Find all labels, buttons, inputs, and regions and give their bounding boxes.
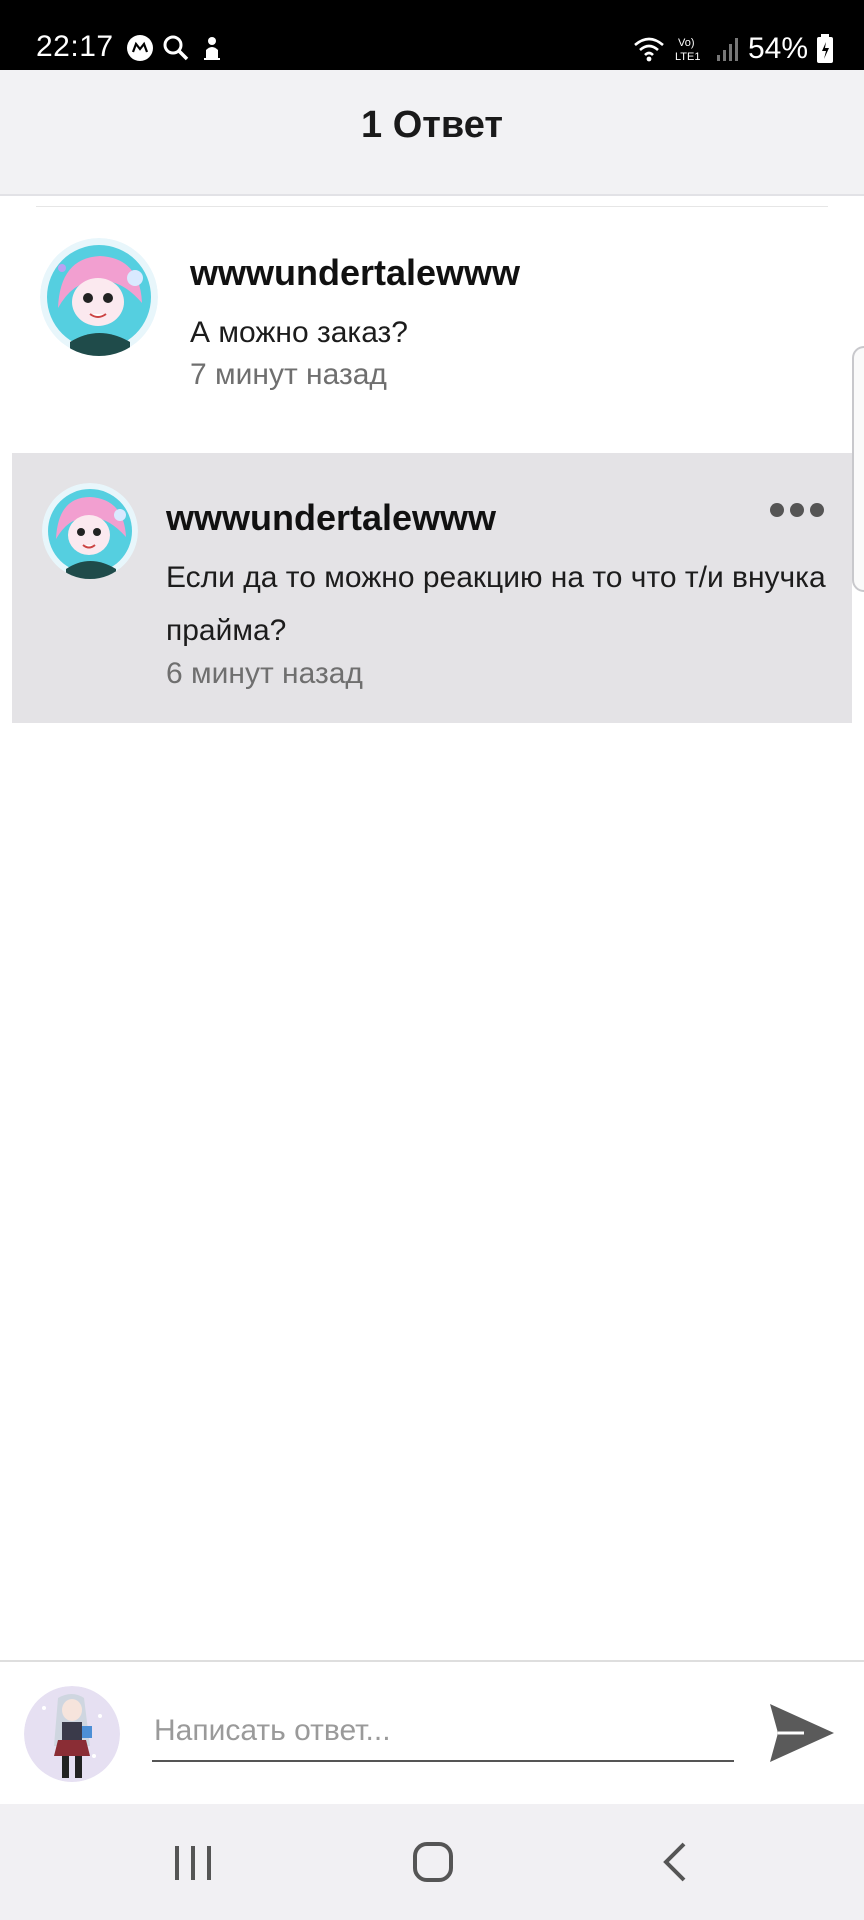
upload-icon <box>204 37 220 60</box>
divider <box>36 206 828 207</box>
header: 1 Ответ <box>0 70 864 196</box>
wifi-icon <box>634 37 664 62</box>
comment-item[interactable]: wwwundertalewww А можно заказ? 7 минут н… <box>0 208 864 448</box>
system-nav-bar <box>0 1804 864 1920</box>
volte-lte-icon: Vo) LTE1 <box>675 37 700 63</box>
status-notification-icons <box>126 34 226 62</box>
more-dot <box>810 503 824 517</box>
battery-percent: 54% <box>747 32 808 65</box>
recents-icon <box>175 1846 211 1880</box>
more-dot <box>770 503 784 517</box>
avatar-image <box>24 1686 120 1782</box>
more-dot <box>790 503 804 517</box>
back-icon <box>663 1842 686 1882</box>
back-button[interactable] <box>646 1834 706 1890</box>
search-icon <box>163 35 189 61</box>
comment-username[interactable]: wwwundertalewww <box>166 497 496 539</box>
comment-text: Если да то можно реакцию на то что т/и в… <box>166 561 826 647</box>
more-options-button[interactable] <box>770 503 824 517</box>
avatar-image <box>40 238 158 356</box>
recents-button[interactable] <box>163 1834 223 1890</box>
page-title: 1 Ответ <box>361 104 503 146</box>
battery-icon <box>817 34 833 63</box>
reply-input[interactable] <box>152 1702 734 1762</box>
avatar[interactable] <box>40 238 158 356</box>
svg-text:Vo): Vo) <box>678 37 695 49</box>
send-icon <box>770 1704 834 1762</box>
status-system-icons: Vo) LTE1 54% <box>632 32 834 66</box>
status-bar: 22:17 Vo) LTE1 54% <box>0 0 864 70</box>
home-button[interactable] <box>403 1834 463 1890</box>
reply-bar <box>0 1660 864 1804</box>
messenger-icon <box>127 35 153 61</box>
comment-item-highlighted[interactable]: wwwundertalewww Если да то можно реакцию… <box>12 453 852 723</box>
comment-username[interactable]: wwwundertalewww <box>190 252 520 294</box>
status-time: 22:17 <box>36 30 114 63</box>
send-button[interactable] <box>764 1698 838 1768</box>
comment-timestamp: 7 минут назад <box>190 358 387 391</box>
signal-icon <box>716 38 738 61</box>
avatar-image <box>42 483 138 579</box>
edge-panel-handle[interactable] <box>852 346 864 592</box>
comment-timestamp: 6 минут назад <box>166 657 363 690</box>
current-user-avatar[interactable] <box>24 1686 120 1782</box>
svg-text:LTE1: LTE1 <box>675 51 700 63</box>
avatar[interactable] <box>42 483 138 579</box>
comment-text: А можно заказ? <box>190 316 408 349</box>
home-icon <box>413 1842 453 1882</box>
